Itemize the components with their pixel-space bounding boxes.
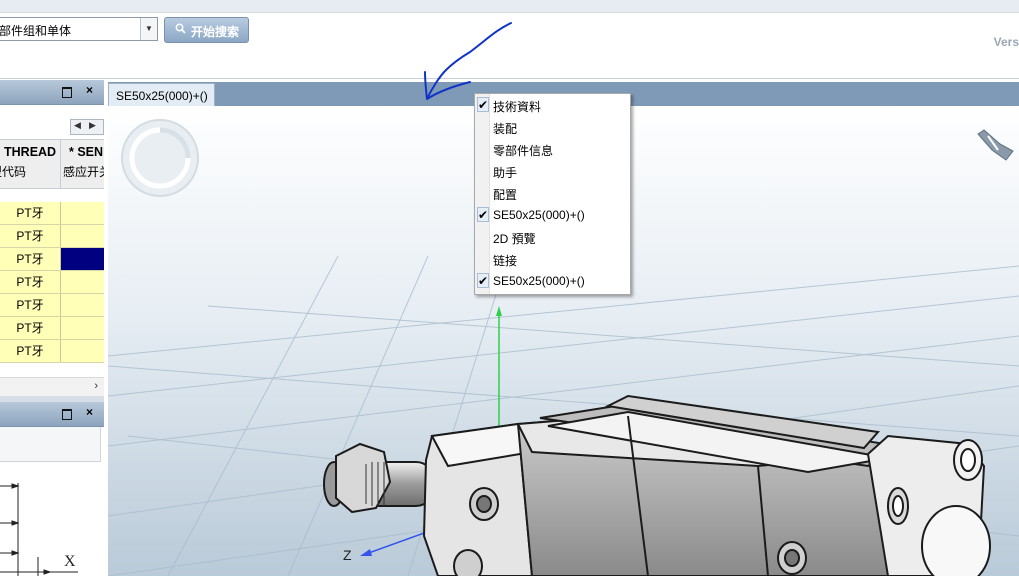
menu-item[interactable]: ✔ 技術資料 [475,94,630,116]
thread-cell[interactable]: PT牙 [0,294,61,316]
check-icon: ✔ [477,97,489,112]
menu-item[interactable]: ✔ SE50x25(000)+() [475,270,630,292]
menu-item-label: 链接 [493,254,518,268]
menu-item-label: 助手 [493,166,518,180]
column-subheader-label: 感应开关 [63,165,104,179]
parameter-table-pane: ◀ ▶ THREAD 型代码 * SEN 感应开关 PT牙PT牙PT牙PT牙PT… [0,105,104,396]
table-row[interactable]: PT牙 [0,294,104,317]
thread-cell[interactable]: PT牙 [0,202,61,224]
sensor-cell[interactable] [61,225,104,247]
thread-cell[interactable]: PT牙 [0,225,61,247]
scroll-right-icon[interactable]: › [94,380,98,392]
close-icon[interactable]: × [86,405,93,419]
version-label: Vers [993,35,1019,49]
table-row[interactable]: PT牙 [0,202,104,225]
horizontal-scrollbar[interactable]: › [0,377,104,396]
pane2-titlebar: × [0,402,104,427]
sensor-cell[interactable] [61,271,104,293]
annotation-arrow [424,22,512,100]
tab-model-label: SE50x25(000)+() [116,89,208,103]
nav-left-icon[interactable]: ◀ [74,120,81,131]
menu-item-label: SE50x25(000)+() [493,208,585,222]
menu-item[interactable]: 链接 [475,248,630,270]
table-row[interactable]: PT牙 [0,340,104,363]
menu-item[interactable]: 配置 [475,182,630,204]
column-header-label: * SEN [69,145,104,159]
start-search-label: 开始搜索 [191,25,240,39]
check-icon: ✔ [477,273,489,288]
thread-cell[interactable]: PT牙 [0,248,61,270]
pane1-titlebar: × [0,80,104,105]
menu-item[interactable]: 2D 預覽 [475,226,630,248]
thread-cell[interactable]: PT牙 [0,340,61,362]
menu-item-label: 装配 [493,122,518,136]
maximize-icon[interactable] [62,409,72,420]
column-header-thread[interactable]: THREAD 型代码 [0,140,61,188]
check-icon [477,163,489,178]
sensor-cell[interactable] [61,294,104,316]
menu-item-label: 2D 預覽 [493,232,536,246]
chevron-down-icon[interactable]: ▼ [140,18,157,40]
start-search-button[interactable]: 开始搜索 [164,17,249,43]
table-header: THREAD 型代码 * SEN 感应开关 [0,139,104,189]
check-icon: ✔ [477,207,489,222]
column-header-sensor[interactable]: * SEN 感应开关 [61,140,104,188]
top-strip [0,0,1019,13]
drawing-preview-pane: X [0,427,104,576]
axis-x-label: X [64,553,76,570]
check-icon [477,251,489,266]
column-header-label: THREAD [4,145,57,159]
category-select[interactable]: 部件组和单体 ▼ [0,17,158,41]
sensor-cell[interactable] [61,202,104,224]
sensor-cell[interactable] [61,340,104,362]
table-row[interactable]: PT牙 [0,271,104,294]
menu-item[interactable]: 装配 [475,116,630,138]
maximize-icon[interactable] [62,87,72,98]
axis-z-label: Z [343,547,352,563]
table-row[interactable]: PT牙 [0,225,104,248]
menu-item-label: 技術資料 [493,100,542,114]
tab-model[interactable]: SE50x25(000)+() [108,83,215,106]
menu-item-label: 零部件信息 [493,144,554,158]
search-icon [175,23,186,37]
nav-right-icon[interactable]: ▶ [89,120,96,131]
column-subheader-label: 型代码 [0,165,27,179]
table-row[interactable]: PT牙 [0,317,104,340]
table-row[interactable]: PT牙 [0,248,104,271]
view-cube[interactable] [121,119,199,197]
check-icon [477,119,489,134]
menu-item[interactable]: 助手 [475,160,630,182]
category-select-value: 部件组和单体 [0,24,72,38]
menu-item[interactable]: 零部件信息 [475,138,630,160]
sensor-cell[interactable] [61,248,104,270]
check-icon [477,229,489,244]
thread-cell[interactable]: PT牙 [0,271,61,293]
sensor-cell[interactable] [61,317,104,339]
context-menu: ✔ 技術資料装配零部件信息助手配置 ✔ SE50x25(000)+() 2D 預覽链接 ✔… [474,93,631,295]
left-panel: × ◀ ▶ THREAD 型代码 * SEN 感应开关 PT牙PT牙PT牙PT牙… [0,80,104,576]
menu-item-label: 配置 [493,188,518,202]
check-icon [477,185,489,200]
menu-item[interactable]: ✔ SE50x25(000)+() [475,204,630,226]
column-nav[interactable]: ◀ ▶ [70,119,104,135]
thread-cell[interactable]: PT牙 [0,317,61,339]
close-icon[interactable]: × [86,83,93,97]
dimension-drawing: X [0,483,78,576]
menu-item-label: SE50x25(000)+() [493,274,585,288]
check-icon [477,141,489,156]
